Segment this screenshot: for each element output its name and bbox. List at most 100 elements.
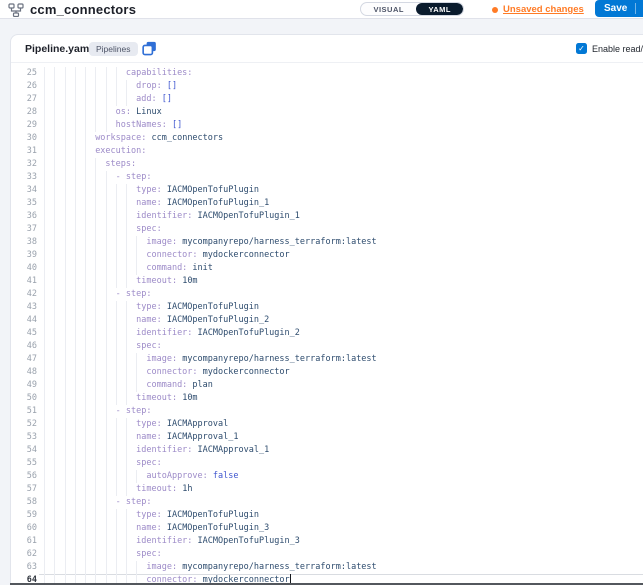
line-number[interactable]: 35: [11, 197, 37, 210]
code-text[interactable]: capabilities:: [44, 67, 192, 80]
code-line[interactable]: 30 workspace: ccm_connectors: [11, 132, 643, 145]
code-line[interactable]: 40 command: init: [11, 262, 643, 275]
code-text[interactable]: autoApprove: false: [44, 470, 239, 483]
code-text[interactable]: identifier: IACMApproval_1: [44, 444, 269, 457]
code-line[interactable]: 63 image: mycompanyrepo/harness_terrafor…: [11, 561, 643, 574]
code-line[interactable]: 35 name: IACMOpenTofuPlugin_1: [11, 197, 643, 210]
line-number[interactable]: 46: [11, 340, 37, 353]
line-number[interactable]: 33: [11, 171, 37, 184]
line-number[interactable]: 34: [11, 184, 37, 197]
code-text[interactable]: image: mycompanyrepo/harness_terraform:l…: [44, 561, 377, 574]
code-text[interactable]: spec:: [44, 223, 162, 236]
code-text[interactable]: timeout: 10m: [44, 275, 198, 288]
code-line[interactable]: 32 steps:: [11, 158, 643, 171]
code-text[interactable]: connector: mydockerconnector: [44, 366, 290, 379]
toggle-visual[interactable]: VISUAL: [361, 3, 416, 15]
code-line[interactable]: 59 type: IACMOpenTofuPlugin: [11, 509, 643, 522]
yaml-code-editor[interactable]: 25 capabilities:26 drop: []27 add: []28 …: [11, 67, 643, 584]
code-text[interactable]: command: plan: [44, 379, 213, 392]
code-text[interactable]: name: IACMOpenTofuPlugin_2: [44, 314, 269, 327]
code-line[interactable]: 45 identifier: IACMOpenTofuPlugin_2: [11, 327, 643, 340]
code-line[interactable]: 29 hostNames: []: [11, 119, 643, 132]
visual-yaml-toggle[interactable]: VISUAL YAML: [360, 2, 464, 16]
code-text[interactable]: execution:: [44, 145, 146, 158]
code-line[interactable]: 33 - step:: [11, 171, 643, 184]
line-number[interactable]: 56: [11, 470, 37, 483]
code-line[interactable]: 52 type: IACMApproval: [11, 418, 643, 431]
code-text[interactable]: spec:: [44, 548, 162, 561]
code-text[interactable]: steps:: [44, 158, 136, 171]
code-line[interactable]: 60 name: IACMOpenTofuPlugin_3: [11, 522, 643, 535]
line-number[interactable]: 49: [11, 379, 37, 392]
line-number[interactable]: 41: [11, 275, 37, 288]
line-number[interactable]: 53: [11, 431, 37, 444]
code-line[interactable]: 57 timeout: 1h: [11, 483, 643, 496]
code-line[interactable]: 53 name: IACMApproval_1: [11, 431, 643, 444]
code-text[interactable]: spec:: [44, 457, 162, 470]
line-number[interactable]: 52: [11, 418, 37, 431]
line-number[interactable]: 51: [11, 405, 37, 418]
code-line[interactable]: 62 spec:: [11, 548, 643, 561]
code-text[interactable]: - step:: [44, 171, 151, 184]
code-line[interactable]: 49 command: plan: [11, 379, 643, 392]
code-line[interactable]: 54 identifier: IACMApproval_1: [11, 444, 643, 457]
line-number[interactable]: 28: [11, 106, 37, 119]
code-text[interactable]: identifier: IACMOpenTofuPlugin_1: [44, 210, 300, 223]
code-line[interactable]: 56 autoApprove: false: [11, 470, 643, 483]
code-text[interactable]: type: IACMApproval: [44, 418, 228, 431]
line-number[interactable]: 60: [11, 522, 37, 535]
line-number[interactable]: 50: [11, 392, 37, 405]
code-line[interactable]: 31 execution:: [11, 145, 643, 158]
line-number[interactable]: 25: [11, 67, 37, 80]
line-number[interactable]: 27: [11, 93, 37, 106]
line-number[interactable]: 42: [11, 288, 37, 301]
code-line[interactable]: 55 spec:: [11, 457, 643, 470]
code-text[interactable]: - step:: [44, 405, 151, 418]
code-text[interactable]: timeout: 1h: [44, 483, 192, 496]
code-text[interactable]: add: []: [44, 93, 172, 106]
copy-icon[interactable]: [142, 41, 157, 56]
line-number[interactable]: 38: [11, 236, 37, 249]
code-line[interactable]: 48 connector: mydockerconnector: [11, 366, 643, 379]
code-line[interactable]: 61 identifier: IACMOpenTofuPlugin_3: [11, 535, 643, 548]
code-text[interactable]: type: IACMOpenTofuPlugin: [44, 301, 259, 314]
line-number[interactable]: 57: [11, 483, 37, 496]
unsaved-changes[interactable]: Unsaved changes: [492, 3, 584, 16]
line-number[interactable]: 37: [11, 223, 37, 236]
code-line[interactable]: 36 identifier: IACMOpenTofuPlugin_1: [11, 210, 643, 223]
code-line[interactable]: 27 add: []: [11, 93, 643, 106]
code-line[interactable]: 34 type: IACMOpenTofuPlugin: [11, 184, 643, 197]
code-text[interactable]: type: IACMOpenTofuPlugin: [44, 509, 259, 522]
code-text[interactable]: connector: mydockerconnector: [44, 249, 290, 262]
code-line[interactable]: 51 - step:: [11, 405, 643, 418]
code-line[interactable]: 58 - step:: [11, 496, 643, 509]
code-text[interactable]: timeout: 10m: [44, 392, 198, 405]
code-line[interactable]: 43 type: IACMOpenTofuPlugin: [11, 301, 643, 314]
unsaved-changes-link[interactable]: Unsaved changes: [503, 4, 584, 15]
code-text[interactable]: identifier: IACMOpenTofuPlugin_2: [44, 327, 300, 340]
code-text[interactable]: image: mycompanyrepo/harness_terraform:l…: [44, 353, 377, 366]
line-number[interactable]: 47: [11, 353, 37, 366]
code-line[interactable]: 46 spec:: [11, 340, 643, 353]
line-number[interactable]: 45: [11, 327, 37, 340]
line-number[interactable]: 29: [11, 119, 37, 132]
save-button[interactable]: Save ▾: [595, 0, 643, 17]
code-text[interactable]: - step:: [44, 288, 151, 301]
code-text[interactable]: hostNames: []: [44, 119, 182, 132]
line-number[interactable]: 62: [11, 548, 37, 561]
code-line[interactable]: 28 os: Linux: [11, 106, 643, 119]
code-text[interactable]: workspace: ccm_connectors: [44, 132, 223, 145]
line-number[interactable]: 32: [11, 158, 37, 171]
line-number[interactable]: 39: [11, 249, 37, 262]
code-text[interactable]: name: IACMApproval_1: [44, 431, 238, 444]
code-line[interactable]: 50 timeout: 10m: [11, 392, 643, 405]
code-line[interactable]: 25 capabilities:: [11, 67, 643, 80]
code-line[interactable]: 42 - step:: [11, 288, 643, 301]
code-text[interactable]: name: IACMOpenTofuPlugin_3: [44, 522, 269, 535]
line-number[interactable]: 48: [11, 366, 37, 379]
code-line[interactable]: 44 name: IACMOpenTofuPlugin_2: [11, 314, 643, 327]
code-text[interactable]: image: mycompanyrepo/harness_terraform:l…: [44, 236, 377, 249]
line-number[interactable]: 63: [11, 561, 37, 574]
toggle-yaml-selected[interactable]: YAML: [416, 3, 463, 15]
code-line[interactable]: 39 connector: mydockerconnector: [11, 249, 643, 262]
